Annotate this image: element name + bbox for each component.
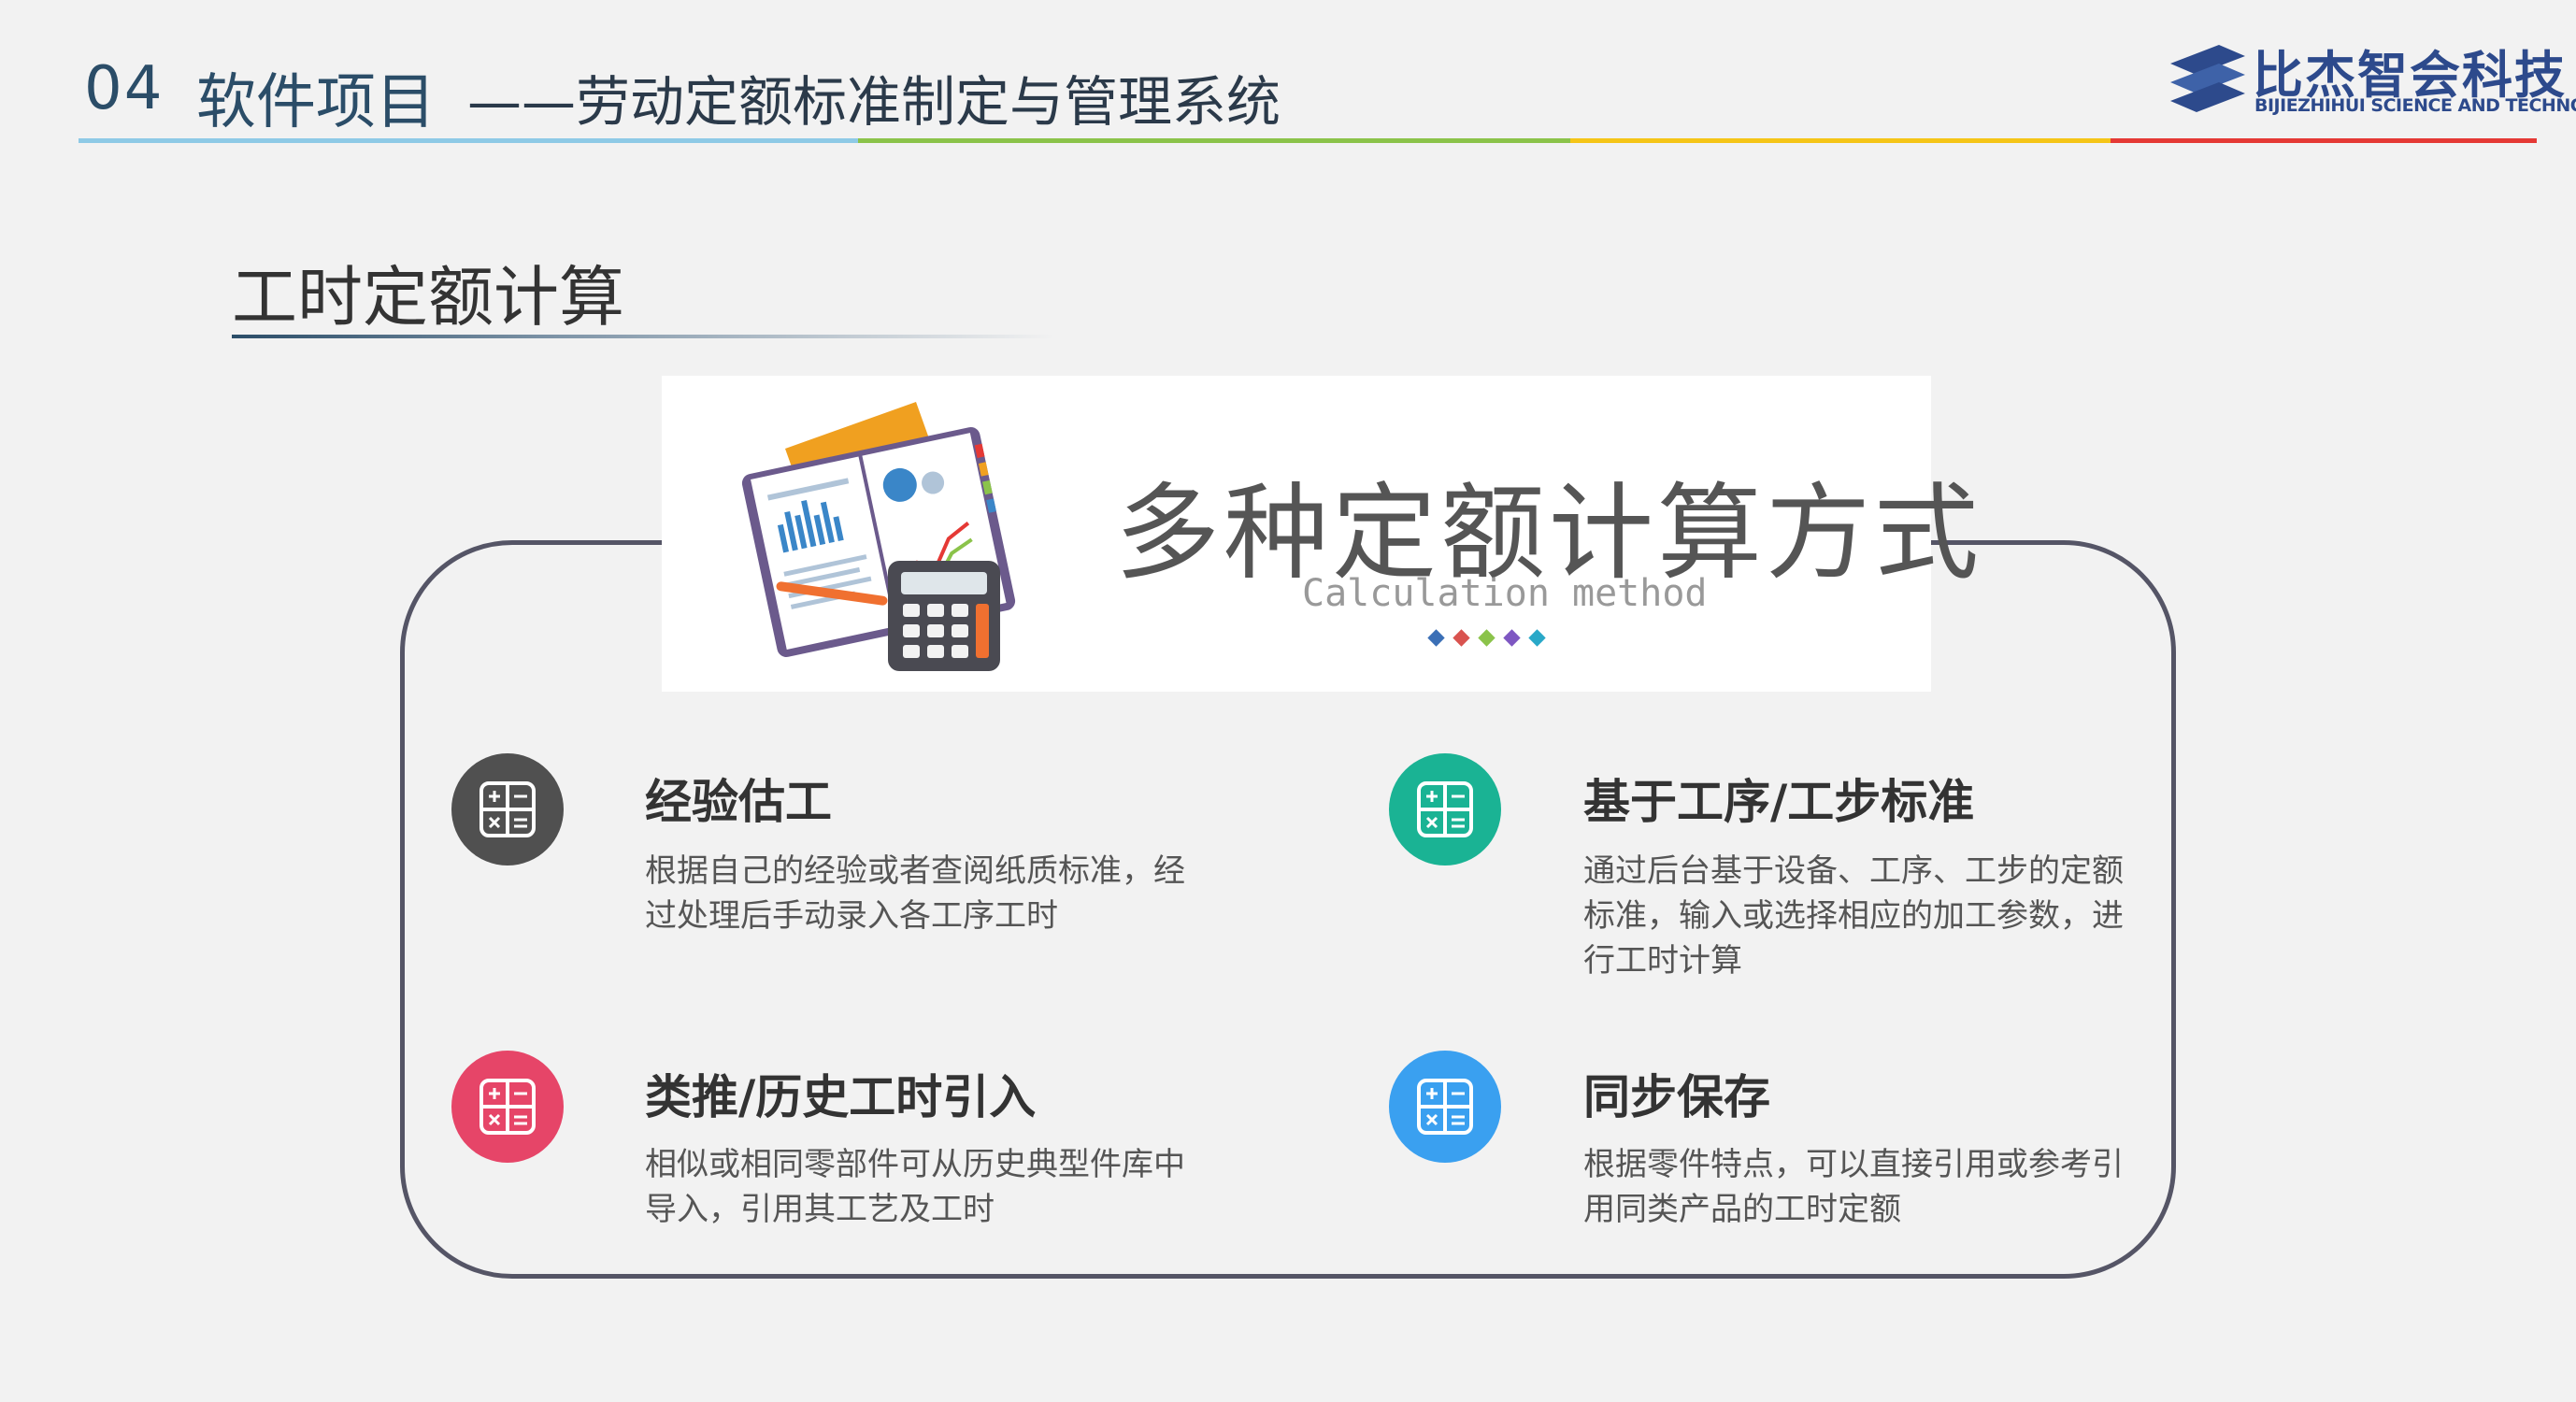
- calculator-icon: [1417, 781, 1473, 837]
- calculator-icon: [1417, 1079, 1473, 1135]
- header-line-blue: [79, 138, 858, 143]
- feature-4-desc: 根据零件特点，可以直接引用或参考引用同类产品的工时定额: [1583, 1146, 2124, 1228]
- dot-3: [1478, 629, 1496, 647]
- calculator-icon: [479, 781, 536, 837]
- company-logo: 比杰智会科技 BIJIEZHIHUI SCIENCE AND TECHNOLOG…: [2167, 34, 2576, 127]
- logo-name-en: BIJIEZHIHUI SCIENCE AND TECHNOLOGY: [2254, 95, 2576, 116]
- dot-2: [1453, 629, 1470, 647]
- feature-1-desc: 根据自己的经验或者查阅纸质标准，经过处理后手动录入各工序工时: [645, 852, 1185, 935]
- feature-1-icon-circle: [451, 753, 564, 866]
- dot-4: [1503, 629, 1521, 647]
- banner-subtitle-en: Calculation method: [1302, 572, 1708, 615]
- header-line-yellow: [1570, 138, 2111, 143]
- feature-2-icon-circle: [1389, 753, 1501, 866]
- calculator-icon: [479, 1079, 536, 1135]
- header-line-green: [858, 138, 1570, 143]
- section-title: 工时定额计算: [232, 259, 624, 336]
- feature-3-title: 类推/历史工时引入: [645, 1070, 1037, 1124]
- page-subtitle: ——劳动定额标准制定与管理系统: [467, 70, 1281, 134]
- page-title: 软件项目: [196, 68, 436, 137]
- feature-1-title: 经验估工: [645, 775, 832, 829]
- logo-mark-icon: [2170, 45, 2245, 112]
- section-number: 04: [84, 54, 165, 123]
- dot-1: [1427, 629, 1445, 647]
- notebook-calculator-illustration: [741, 402, 1016, 671]
- feature-3-icon-circle: [451, 1051, 564, 1163]
- section-underline: [232, 335, 1054, 338]
- feature-3-desc: 相似或相同零部件可从历史典型件库中导入，引用其工艺及工时: [645, 1146, 1185, 1228]
- header-line-red: [2111, 138, 2537, 143]
- feature-2-title: 基于工序/工步标准: [1583, 775, 1975, 829]
- feature-4-title: 同步保存: [1583, 1070, 1770, 1124]
- decorative-dots: [1424, 629, 1550, 648]
- feature-4-icon-circle: [1389, 1051, 1501, 1163]
- dot-5: [1528, 629, 1546, 647]
- banner: 多种定额计算方式 Calculation method: [662, 376, 1979, 692]
- feature-2-desc: 通过后台基于设备、工序、工步的定额标准，输入或选择相应的加工参数，进行工时计算: [1583, 852, 2124, 980]
